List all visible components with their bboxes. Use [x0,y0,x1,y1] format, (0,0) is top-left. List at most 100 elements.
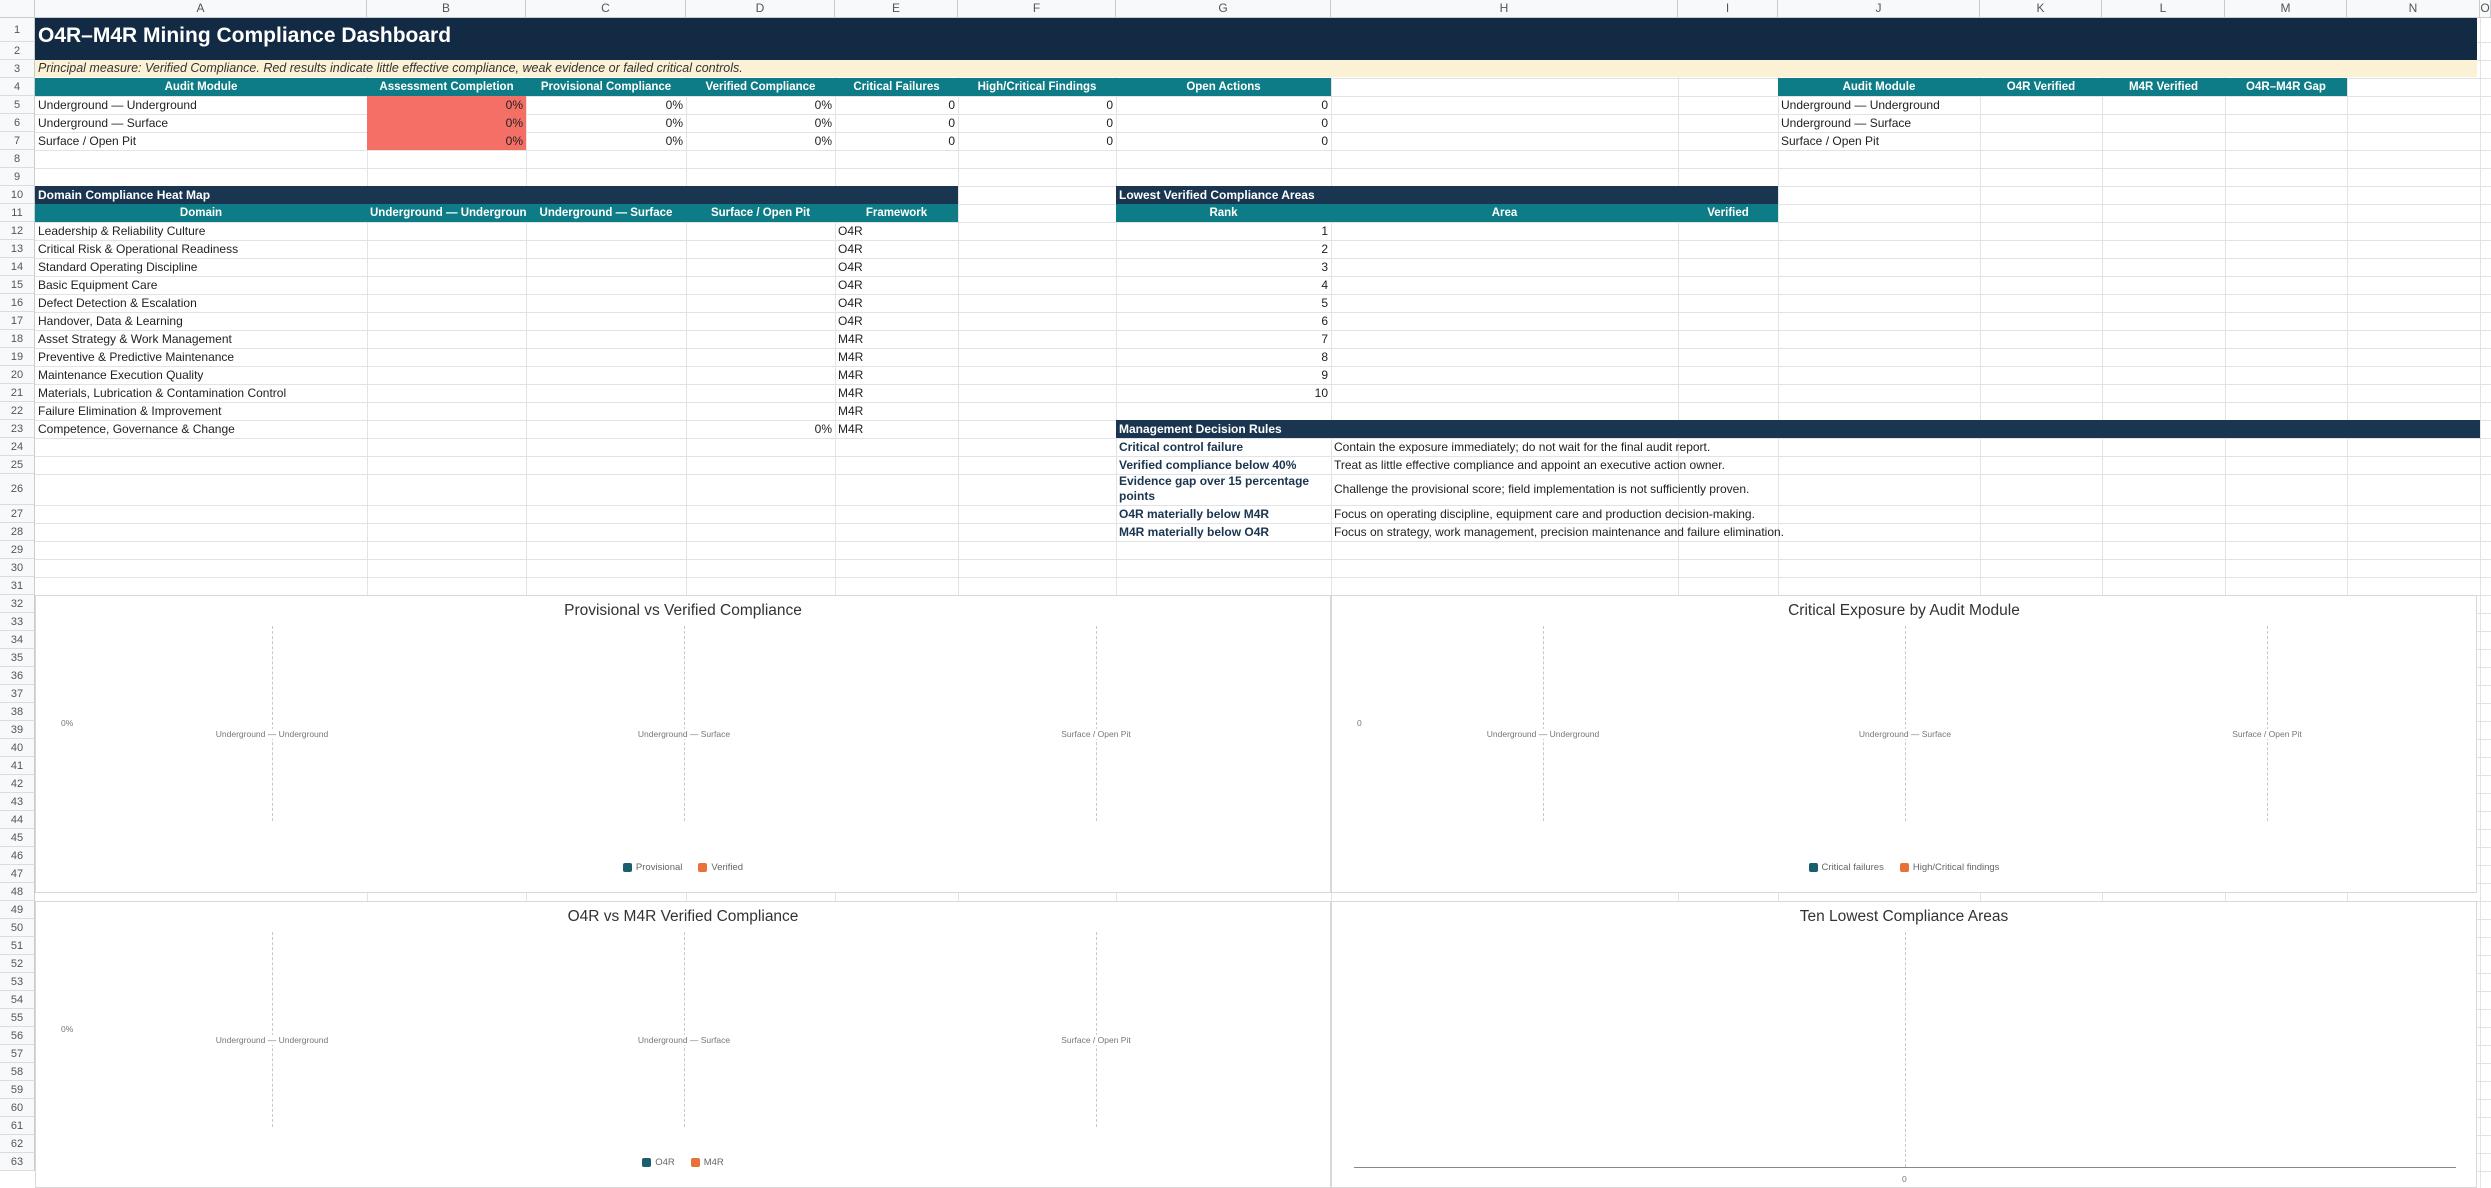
row-header[interactable]: 48 [0,883,35,901]
row-header[interactable]: 54 [0,991,35,1009]
heatmap-framework-cell[interactable]: O4R [835,240,958,258]
row-header[interactable]: 25 [0,456,35,474]
row-header[interactable]: 41 [0,757,35,775]
rank-cell[interactable]: 3 [1116,258,1331,276]
row-header[interactable]: 32 [0,595,35,613]
row-header[interactable]: 35 [0,649,35,667]
heatmap-framework-cell[interactable]: M4R [835,348,958,366]
heatmap-domain-cell[interactable]: Asset Strategy & Work Management [35,330,367,348]
rule-name-cell[interactable]: Evidence gap over 15 percentage points [1116,474,1331,505]
legend-item[interactable]: High/Critical findings [1899,862,1999,873]
row-header[interactable]: 31 [0,577,35,595]
row-header[interactable]: 3 [0,60,35,78]
heatmap-framework-cell[interactable]: M4R [835,420,958,438]
row-header[interactable]: 57 [0,1045,35,1063]
summary-value-cell[interactable]: 0% [526,132,686,150]
row-header[interactable]: 21 [0,384,35,402]
rank-cell[interactable]: 8 [1116,348,1331,366]
row-header[interactable]: 58 [0,1063,35,1081]
summary-value-cell[interactable]: 0 [958,132,1116,150]
rule-name-cell[interactable]: Verified compliance below 40% [1116,456,1331,474]
lowest-header-verified[interactable]: Verified [1678,204,1778,222]
row-header[interactable]: 27 [0,505,35,523]
summary-value-cell[interactable]: 0% [686,96,835,114]
rank-cell[interactable]: 9 [1116,366,1331,384]
heatmap-domain-cell[interactable]: Defect Detection & Escalation [35,294,367,312]
column-header[interactable]: D [686,0,835,18]
heatmap-domain-cell[interactable]: Failure Elimination & Improvement [35,402,367,420]
gap-module-cell[interactable]: Surface / Open Pit [1778,132,1980,150]
summary-value-cell[interactable]: 0 [1116,96,1331,114]
gap-header[interactable]: O4R–M4R Gap [2225,78,2347,96]
row-header[interactable]: 17 [0,312,35,330]
heatmap-domain-cell[interactable]: Maintenance Execution Quality [35,366,367,384]
gap-header[interactable]: M4R Verified [2102,78,2225,96]
heatmap-domain-cell[interactable]: Critical Risk & Operational Readiness [35,240,367,258]
rank-cell[interactable]: 7 [1116,330,1331,348]
summary-value-cell[interactable]: 0% [526,96,686,114]
legend-item[interactable]: M4R [690,1157,724,1168]
rule-action-cell[interactable]: Treat as little effective compliance and… [1331,456,2480,474]
summary-value-cell[interactable]: 0 [958,114,1116,132]
row-header[interactable]: 14 [0,258,35,276]
row-header[interactable]: 24 [0,438,35,456]
row-header[interactable]: 53 [0,973,35,991]
column-header[interactable]: J [1778,0,1980,18]
rule-name-cell[interactable]: O4R materially below M4R [1116,505,1331,523]
heatmap-framework-cell[interactable]: M4R [835,402,958,420]
row-header[interactable]: 30 [0,559,35,577]
row-header[interactable]: 15 [0,276,35,294]
chart-1[interactable]: Provisional vs Verified Compliance Underg… [35,595,1331,893]
row-header[interactable]: 39 [0,721,35,739]
gap-module-cell[interactable]: Underground — Surface [1778,114,1980,132]
summary-value-cell[interactable]: 0 [1116,132,1331,150]
rule-action-cell[interactable]: Challenge the provisional score; field i… [1331,474,2480,505]
row-header[interactable]: 56 [0,1027,35,1045]
chart-4[interactable]: Ten Lowest Compliance Areas 0 [1331,901,2477,1188]
summary-header[interactable]: Verified Compliance [686,78,835,96]
row-header[interactable]: 40 [0,739,35,757]
row-header[interactable]: 22 [0,402,35,420]
column-header[interactable]: N [2347,0,2480,18]
heatmap-title[interactable]: Domain Compliance Heat Map [35,186,958,204]
rank-cell[interactable]: 6 [1116,312,1331,330]
row-header[interactable]: 6 [0,114,35,132]
row-header[interactable]: 9 [0,168,35,186]
rule-name-cell[interactable]: M4R materially below O4R [1116,523,1331,541]
chart-2[interactable]: Critical Exposure by Audit Module Undergr… [1331,595,2477,893]
row-header[interactable]: 44 [0,811,35,829]
column-header[interactable]: G [1116,0,1331,18]
heatmap-framework-cell[interactable]: O4R [835,222,958,240]
rank-cell[interactable]: 2 [1116,240,1331,258]
row-header[interactable]: 38 [0,703,35,721]
row-header[interactable]: 18 [0,330,35,348]
row-header[interactable]: 8 [0,150,35,168]
rules-title[interactable]: Management Decision Rules [1116,420,2480,438]
heatmap-framework-cell[interactable]: O4R [835,294,958,312]
heatmap-domain-cell[interactable]: Leadership & Reliability Culture [35,222,367,240]
summary-value-cell[interactable]: 0% [686,132,835,150]
heatmap-header[interactable]: Underground — Underground [367,204,526,222]
row-header[interactable]: 63 [0,1153,35,1171]
row-header[interactable]: 46 [0,847,35,865]
row-header[interactable]: 20 [0,366,35,384]
rule-action-cell[interactable]: Focus on strategy, work management, prec… [1331,523,2480,541]
heatmap-header[interactable]: Domain [35,204,367,222]
row-header[interactable]: 4 [0,78,35,96]
row-header[interactable]: 5 [0,96,35,114]
row-header[interactable]: 52 [0,955,35,973]
heatmap-domain-cell[interactable]: Standard Operating Discipline [35,258,367,276]
legend-item[interactable]: Verified [698,862,743,873]
column-header[interactable]: C [526,0,686,18]
column-header[interactable]: O [2480,0,2491,18]
heatmap-domain-cell[interactable]: Materials, Lubrication & Contamination C… [35,384,367,402]
row-header[interactable]: 45 [0,829,35,847]
column-header[interactable]: I [1678,0,1778,18]
row-header[interactable]: 29 [0,541,35,559]
summary-value-cell[interactable]: 0 [1116,114,1331,132]
gap-header[interactable]: Audit Module [1778,78,1980,96]
rank-cell[interactable]: 4 [1116,276,1331,294]
rule-action-cell[interactable]: Focus on operating discipline, equipment… [1331,505,2480,523]
row-header[interactable]: 19 [0,348,35,366]
audit-module-cell[interactable]: Underground — Surface [35,114,367,132]
